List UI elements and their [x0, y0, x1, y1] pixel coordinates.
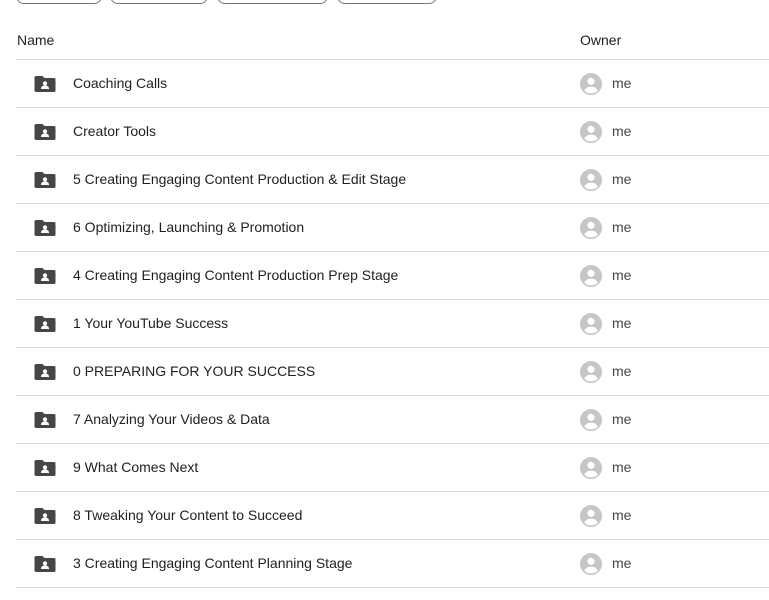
column-header-name[interactable]: Name: [17, 32, 54, 48]
owner-name: me: [612, 507, 632, 523]
folder-list: Coaching Calls me Creator Tools me 5 Cre…: [16, 60, 769, 588]
folder-row[interactable]: Coaching Calls me: [16, 60, 769, 108]
folder-name: 0 PREPARING FOR YOUR SUCCESS: [73, 363, 316, 379]
folder-name: 3 Creating Engaging Content Planning Sta…: [73, 555, 353, 571]
owner-name: me: [612, 267, 632, 283]
filter-chip-people[interactable]: [110, 0, 208, 4]
column-header-owner[interactable]: Owner: [580, 32, 621, 48]
avatar-icon: [580, 553, 602, 575]
owner-name: me: [612, 315, 632, 331]
folder-row[interactable]: Creator Tools me: [16, 108, 769, 156]
folder-name: 6 Optimizing, Launching & Promotion: [73, 219, 305, 235]
folder-name: 7 Analyzing Your Videos & Data: [73, 411, 270, 427]
file-list-header: Name Owner: [16, 24, 769, 60]
shared-folder-icon: [34, 220, 56, 236]
avatar-icon: [580, 457, 602, 479]
shared-folder-icon: [34, 172, 56, 188]
folder-row[interactable]: 6 Optimizing, Launching & Promotion me: [16, 204, 769, 252]
folder-row[interactable]: 5 Creating Engaging Content Production &…: [16, 156, 769, 204]
shared-folder-icon: [34, 508, 56, 524]
folder-row[interactable]: 7 Analyzing Your Videos & Data me: [16, 396, 769, 444]
shared-folder-icon: [34, 124, 56, 140]
shared-folder-icon: [34, 76, 56, 92]
folder-name: Coaching Calls: [73, 75, 168, 91]
folder-name: 8 Tweaking Your Content to Succeed: [73, 507, 303, 523]
avatar-icon: [580, 217, 602, 239]
avatar-icon: [580, 361, 602, 383]
owner-name: me: [612, 411, 632, 427]
shared-folder-icon: [34, 412, 56, 428]
folder-row[interactable]: 0 PREPARING FOR YOUR SUCCESS me: [16, 348, 769, 396]
avatar-icon: [580, 409, 602, 431]
owner-name: me: [612, 75, 632, 91]
shared-folder-icon: [34, 364, 56, 380]
folder-name: Creator Tools: [73, 123, 157, 139]
folder-name: 1 Your YouTube Success: [73, 315, 229, 331]
folder-name: 9 What Comes Next: [73, 459, 199, 475]
owner-name: me: [612, 555, 632, 571]
owner-name: me: [612, 219, 632, 235]
filter-chip-type[interactable]: [16, 0, 102, 4]
folder-row[interactable]: 9 What Comes Next me: [16, 444, 769, 492]
avatar-icon: [580, 169, 602, 191]
owner-name: me: [612, 171, 632, 187]
shared-folder-icon: [34, 460, 56, 476]
avatar-icon: [580, 313, 602, 335]
folder-row[interactable]: 8 Tweaking Your Content to Succeed me: [16, 492, 769, 540]
owner-name: me: [612, 459, 632, 475]
folder-row[interactable]: 3 Creating Engaging Content Planning Sta…: [16, 540, 769, 588]
folder-row[interactable]: 1 Your YouTube Success me: [16, 300, 769, 348]
filter-chip-modified[interactable]: [217, 0, 328, 4]
shared-folder-icon: [34, 316, 56, 332]
owner-name: me: [612, 123, 632, 139]
avatar-icon: [580, 73, 602, 95]
avatar-icon: [580, 505, 602, 527]
owner-name: me: [612, 363, 632, 379]
shared-folder-icon: [34, 268, 56, 284]
avatar-icon: [580, 121, 602, 143]
shared-folder-icon: [34, 556, 56, 572]
filter-chip-source[interactable]: [337, 0, 437, 4]
avatar-icon: [580, 265, 602, 287]
folder-name: 5 Creating Engaging Content Production &…: [73, 171, 407, 187]
folder-name: 4 Creating Engaging Content Production P…: [73, 267, 399, 283]
folder-row[interactable]: 4 Creating Engaging Content Production P…: [16, 252, 769, 300]
